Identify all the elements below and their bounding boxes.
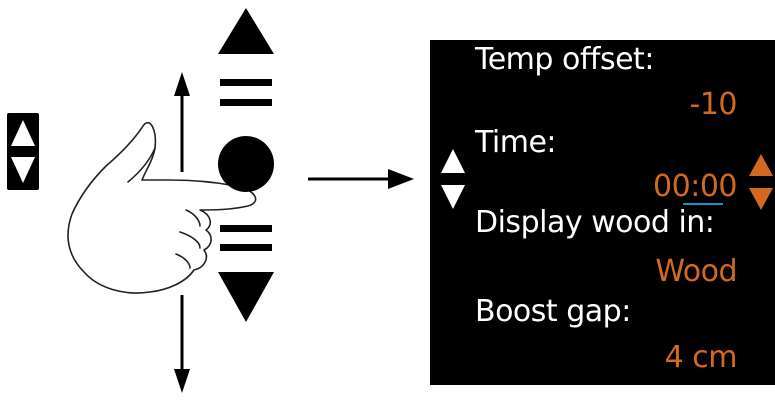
setting-value-display-wood: Wood bbox=[655, 254, 737, 289]
divider-bar bbox=[220, 244, 272, 251]
setting-label-time: Time: bbox=[475, 125, 557, 160]
setting-value-temp-offset: -10 bbox=[689, 87, 738, 122]
setting-label-temp-offset: Temp offset: bbox=[475, 42, 654, 77]
triangle-up-icon[interactable] bbox=[218, 8, 274, 54]
divider-bar bbox=[220, 99, 272, 106]
arrow-right-icon bbox=[308, 169, 414, 189]
time-minutes-editing[interactable]: 00 bbox=[700, 169, 738, 204]
circle-icon[interactable] bbox=[218, 136, 274, 192]
divider-bar bbox=[220, 225, 272, 232]
triangle-down-icon[interactable] bbox=[218, 272, 274, 322]
arrow-down-icon bbox=[174, 295, 190, 393]
time-hours: 00: bbox=[653, 169, 700, 204]
setting-value-boost-gap: 4 cm bbox=[664, 340, 738, 375]
up-down-arrows-icon bbox=[7, 113, 39, 190]
device-screen: Temp offset: -10 Time: 00:00 Display woo… bbox=[430, 40, 775, 385]
control-column bbox=[218, 8, 274, 322]
arrow-up-icon bbox=[174, 72, 190, 172]
setting-value-time[interactable]: 00:00 bbox=[653, 172, 737, 202]
setting-label-display-wood: Display wood in: bbox=[475, 205, 715, 240]
divider-bar bbox=[220, 79, 272, 86]
setting-label-boost-gap: Boost gap: bbox=[475, 294, 631, 329]
up-down-arrows-icon[interactable] bbox=[748, 152, 774, 212]
up-down-arrows-icon bbox=[441, 149, 465, 209]
